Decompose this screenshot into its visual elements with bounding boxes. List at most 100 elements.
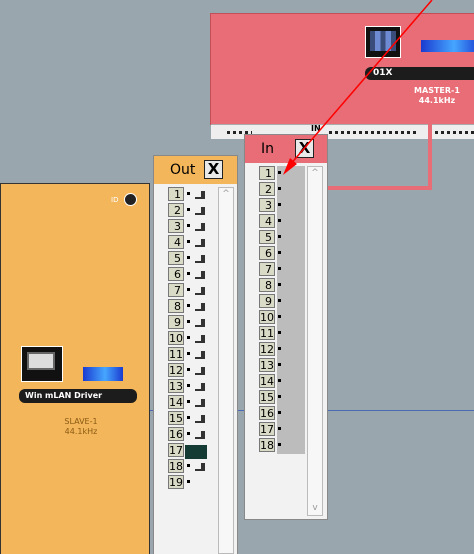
scroll-down-icon[interactable]: v — [308, 502, 322, 515]
port-dot-icon — [187, 320, 190, 323]
port-cell[interactable] — [277, 374, 305, 390]
plug-icon — [195, 367, 205, 375]
close-button[interactable]: X — [295, 139, 314, 158]
port-number: 5 — [168, 251, 184, 265]
plug-icon — [195, 255, 205, 263]
master-rate: 44.1kHz — [418, 96, 456, 105]
port-dot-icon — [187, 336, 190, 339]
port-dot-icon — [187, 384, 190, 387]
port-number: 18 — [168, 459, 184, 473]
port-cell[interactable] — [277, 278, 305, 294]
port-dot-icon — [187, 240, 190, 243]
plug-icon — [195, 351, 205, 359]
port-dot-icon — [187, 288, 190, 291]
plug-icon — [195, 319, 205, 327]
port-number: 10 — [168, 331, 184, 345]
port-number: 3 — [168, 219, 184, 233]
slave-label: SLAVE-1 — [64, 417, 98, 426]
port-dot-icon — [278, 315, 281, 318]
in-scrollbar[interactable]: ^ v — [307, 166, 323, 516]
port-number: 8 — [259, 278, 275, 292]
port-number: 7 — [168, 283, 184, 297]
in-window-title: In — [261, 141, 275, 157]
port-cell[interactable] — [277, 342, 305, 358]
plug-icon — [195, 287, 205, 295]
port-dot-icon — [187, 272, 190, 275]
port-number: 11 — [168, 347, 184, 361]
scroll-up-icon[interactable]: ^ — [308, 167, 322, 180]
id-label: ID — [111, 196, 119, 204]
port-cell[interactable] — [277, 358, 305, 374]
port-cell[interactable] — [277, 310, 305, 326]
port-cell[interactable] — [277, 326, 305, 342]
slave-rate: 44.1kHz — [64, 427, 98, 436]
port-dot-icon — [278, 395, 281, 398]
port-dot-icon — [278, 203, 281, 206]
out-scrollbar[interactable]: ^ — [218, 187, 234, 554]
port-number: 14 — [259, 374, 275, 388]
port-dot-icon — [278, 331, 281, 334]
port-dot-icon — [187, 416, 190, 419]
master-indicator-bar — [421, 40, 474, 52]
out-window-title: Out — [170, 162, 196, 178]
port-dot-icon — [187, 224, 190, 227]
port-cell[interactable] — [277, 230, 305, 246]
port-dot-icon — [278, 251, 281, 254]
port-cell[interactable] — [277, 246, 305, 262]
port-number: 14 — [168, 395, 184, 409]
port-cell[interactable] — [277, 406, 305, 422]
port-dot-icon — [187, 192, 190, 195]
port-cell[interactable] — [277, 198, 305, 214]
port-dot-icon — [187, 256, 190, 259]
port-number: 6 — [168, 267, 184, 281]
port-number: 13 — [168, 379, 184, 393]
port-number: 16 — [259, 406, 275, 420]
plug-icon — [195, 271, 205, 279]
in-port-window[interactable]: In X 1 2 3 4 5 6 7 8 9 10 11 12 13 14 15 16 17 18 ^ v — [244, 134, 328, 520]
port-dot-icon — [278, 299, 281, 302]
master-device-panel[interactable]: 01X MASTER-1 44.1kHz IN — [210, 13, 474, 139]
port-number: 15 — [259, 390, 275, 404]
port-19-fill — [185, 445, 207, 459]
port-number: 3 — [259, 198, 275, 212]
port-number: 17 — [259, 422, 275, 436]
mixer-device-icon — [365, 26, 401, 58]
slave-indicator-bar — [83, 367, 123, 381]
plug-icon — [195, 191, 205, 199]
port-dot-icon — [278, 347, 281, 350]
connection-line — [428, 123, 432, 190]
close-button[interactable]: X — [204, 160, 223, 179]
port-dot-icon — [278, 219, 281, 222]
port-dot-icon — [278, 427, 281, 430]
master-label: MASTER-1 — [414, 86, 460, 95]
port-cell[interactable] — [277, 214, 305, 230]
slave-device-panel[interactable]: ID Win mLAN Driver SLAVE-1 44.1kHz — [0, 183, 150, 554]
port-dot-icon — [278, 443, 281, 446]
port-dot-icon — [187, 304, 190, 307]
port-number: 1 — [259, 166, 275, 180]
port-cell[interactable] — [277, 182, 305, 198]
scroll-up-icon[interactable]: ^ — [219, 188, 233, 201]
in-window-header[interactable]: In X — [245, 135, 327, 163]
port-number: 10 — [259, 310, 275, 324]
out-port-window[interactable]: Out X 1 2 3 4 5 6 7 8 9 10 11 12 13 14 15 16 17 18 19 ^ — [153, 155, 238, 554]
master-port-dots — [429, 131, 474, 134]
port-dot-icon — [278, 267, 281, 270]
port-number: 5 — [259, 230, 275, 244]
port-cell[interactable] — [277, 166, 305, 182]
port-number: 12 — [168, 363, 184, 377]
port-cell[interactable] — [277, 262, 305, 278]
port-cell[interactable] — [277, 422, 305, 438]
port-dot-icon — [187, 400, 190, 403]
port-cell[interactable] — [277, 438, 305, 454]
port-number: 2 — [259, 182, 275, 196]
out-window-header[interactable]: Out X — [154, 156, 237, 184]
port-number: 9 — [259, 294, 275, 308]
port-cell[interactable] — [277, 390, 305, 406]
port-dot-icon — [278, 379, 281, 382]
plug-icon — [195, 303, 205, 311]
id-knob-icon[interactable] — [124, 193, 137, 206]
master-port-dots — [329, 131, 419, 134]
slave-device-info: SLAVE-1 44.1kHz — [51, 417, 111, 437]
port-cell[interactable] — [277, 294, 305, 310]
